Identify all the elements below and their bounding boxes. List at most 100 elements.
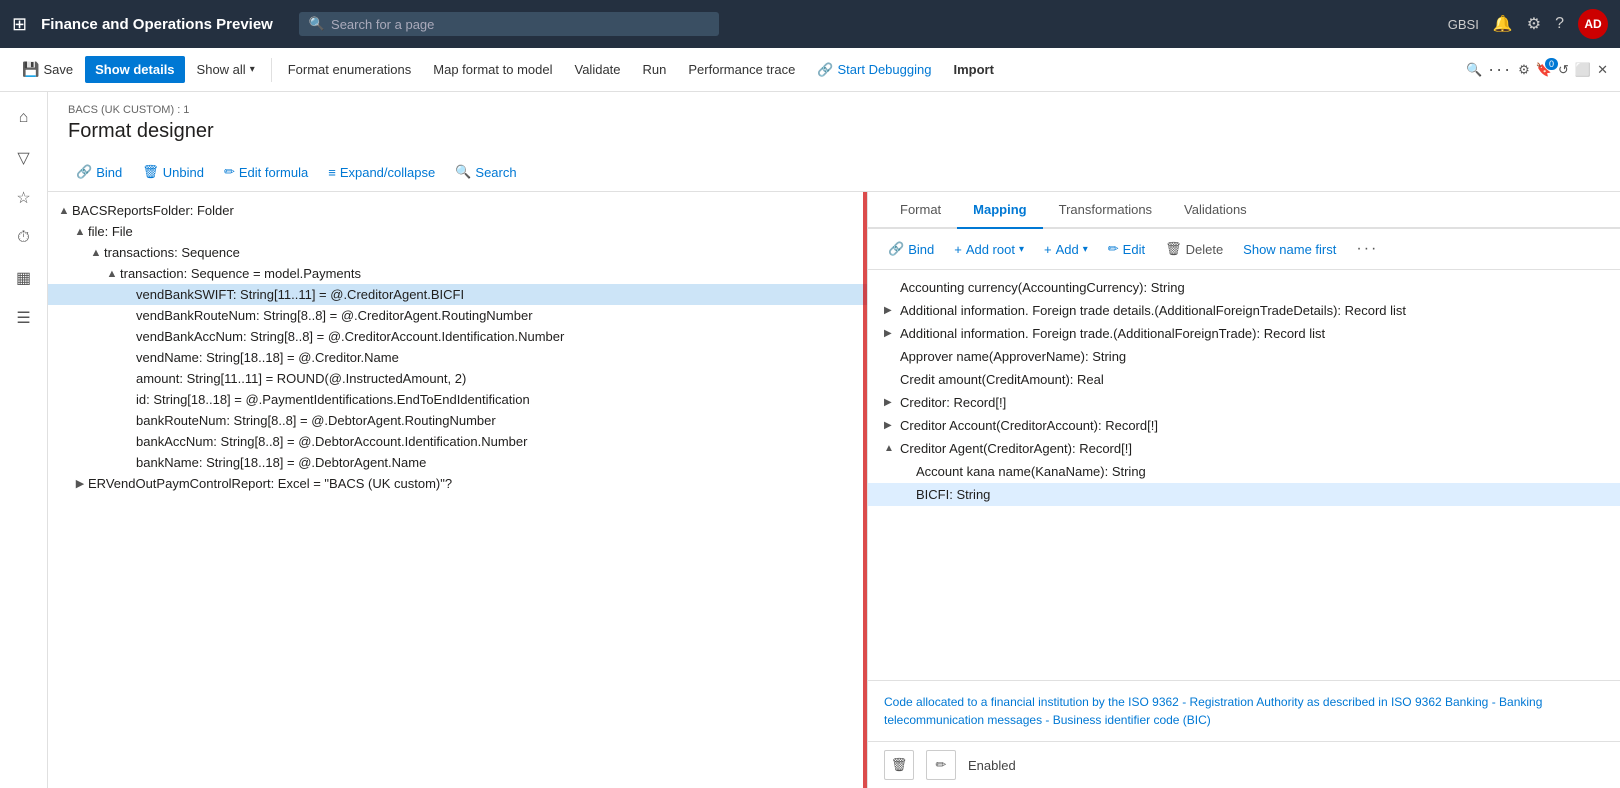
- toolbar-refresh-icon[interactable]: ↺: [1558, 62, 1569, 78]
- topbar-right: GBSI 🔔 ⚙ ? AD: [1448, 9, 1608, 39]
- model-arrow: ▶: [884, 328, 900, 339]
- tree-item[interactable]: id: String[18..18] = @.PaymentIdentifica…: [48, 389, 867, 410]
- tab-mapping[interactable]: Mapping: [957, 192, 1042, 229]
- region-label: GBSI: [1448, 17, 1479, 32]
- tree-container: ▲ BACSReportsFolder: Folder ▲ file: File…: [48, 192, 867, 502]
- map-format-to-model-button[interactable]: Map format to model: [423, 56, 562, 83]
- toolbar-settings-icon[interactable]: ⚙: [1518, 62, 1530, 78]
- model-arrow: [884, 374, 900, 385]
- edit-button[interactable]: ✏ Edit: [1100, 236, 1153, 262]
- bind-button[interactable]: 🔗 Bind: [68, 159, 130, 185]
- expand-collapse-button[interactable]: ≡ Expand/collapse: [320, 160, 443, 185]
- sidebar-list-icon[interactable]: ☰: [6, 300, 42, 336]
- edit-formula-button[interactable]: ✏ Edit formula: [216, 159, 316, 185]
- divider-handle[interactable]: [863, 192, 867, 788]
- sidebar-clock-icon[interactable]: ⏱: [6, 220, 42, 256]
- add-root-button[interactable]: + Add root ▾: [946, 237, 1032, 262]
- bind-icon: 🔗: [76, 164, 92, 180]
- model-item[interactable]: ▲ Creditor Agent(CreditorAgent): Record[…: [868, 437, 1620, 460]
- right-bind-button[interactable]: 🔗 Bind: [880, 236, 942, 262]
- tree-item[interactable]: vendBankAccNum: String[8..8] = @.Credito…: [48, 326, 867, 347]
- model-item[interactable]: ▶ Additional information. Foreign trade.…: [868, 322, 1620, 345]
- add-button[interactable]: + Add ▾: [1036, 237, 1096, 262]
- right-toolbar: 🔗 Bind + Add root ▾ + Add ▾ ✏: [868, 229, 1620, 270]
- delete-button[interactable]: 🗑 Delete: [1157, 236, 1231, 262]
- tree-item[interactable]: amount: String[11..11] = ROUND(@.Instruc…: [48, 368, 867, 389]
- toolbar-bookmark-icon[interactable]: 🔖 0: [1536, 62, 1552, 78]
- sidebar-filter-icon[interactable]: ▽: [6, 140, 42, 176]
- import-button[interactable]: Import: [943, 56, 1003, 83]
- run-button[interactable]: Run: [633, 56, 677, 83]
- description-area: Code allocated to a financial institutio…: [868, 680, 1620, 741]
- model-item[interactable]: ▶ Creditor Account(CreditorAccount): Rec…: [868, 414, 1620, 437]
- model-item[interactable]: ▶ Creditor: Record[!]: [868, 391, 1620, 414]
- tab-validations[interactable]: Validations: [1168, 192, 1263, 229]
- tree-item[interactable]: ▶ ERVendOutPaymControlReport: Excel = "B…: [48, 473, 867, 494]
- model-item[interactable]: Accounting currency(AccountingCurrency):…: [868, 276, 1620, 299]
- tree-arrow: ▲: [56, 205, 72, 217]
- model-item-selected[interactable]: BICFI: String: [868, 483, 1620, 506]
- tree-item[interactable]: bankRouteNum: String[8..8] = @.DebtorAge…: [48, 410, 867, 431]
- model-item[interactable]: Credit amount(CreditAmount): Real: [868, 368, 1620, 391]
- search-icon: 🔍: [455, 164, 471, 180]
- tree-item[interactable]: ▲ BACSReportsFolder: Folder: [48, 200, 867, 221]
- edit-formula-icon: ✏: [224, 164, 235, 180]
- tree-arrow: [120, 457, 136, 469]
- format-enumerations-button[interactable]: Format enumerations: [278, 56, 422, 83]
- split-pane: ▲ BACSReportsFolder: Folder ▲ file: File…: [48, 192, 1620, 788]
- tab-transformations[interactable]: Transformations: [1043, 192, 1168, 229]
- notifications-icon[interactable]: 🔔: [1493, 14, 1513, 34]
- tree-item[interactable]: ▲ transactions: Sequence: [48, 242, 867, 263]
- performance-trace-button[interactable]: Performance trace: [678, 56, 805, 83]
- show-details-button[interactable]: Show details: [85, 56, 184, 83]
- sidebar-table-icon[interactable]: ▦: [6, 260, 42, 296]
- toolbar-search-icon[interactable]: 🔍: [1466, 62, 1482, 78]
- validate-button[interactable]: Validate: [565, 56, 631, 83]
- sidebar-star-icon[interactable]: ☆: [6, 180, 42, 216]
- toolbar-expand-icon[interactable]: ⬜: [1575, 62, 1591, 78]
- show-all-button[interactable]: Show all ▾: [187, 56, 265, 83]
- model-arrow: ▶: [884, 397, 900, 408]
- unbind-button[interactable]: 🗑 Unbind: [134, 159, 212, 185]
- add-icon: +: [1044, 242, 1052, 257]
- model-item[interactable]: ▶ Additional information. Foreign trade …: [868, 299, 1620, 322]
- avatar[interactable]: AD: [1578, 9, 1608, 39]
- model-item[interactable]: Account kana name(KanaName): String: [868, 460, 1620, 483]
- tree-arrow: ▶: [72, 477, 88, 490]
- topbar: ⊞ Finance and Operations Preview 🔍 GBSI …: [0, 0, 1620, 48]
- grid-icon[interactable]: ⊞: [12, 14, 27, 35]
- add-dropdown-arrow: ▾: [1083, 244, 1088, 255]
- delete-status-button[interactable]: 🗑: [884, 750, 914, 780]
- save-icon: 💾: [22, 61, 39, 78]
- save-button[interactable]: 💾 Save: [12, 55, 83, 84]
- toolbar-close-icon[interactable]: ✕: [1597, 62, 1608, 78]
- tree-arrow: [120, 415, 136, 427]
- model-arrow: ▶: [884, 420, 900, 431]
- tree-item-selected[interactable]: vendBankSWIFT: String[11..11] = @.Credit…: [48, 284, 867, 305]
- tree-item[interactable]: vendName: String[18..18] = @.Creditor.Na…: [48, 347, 867, 368]
- model-arrow: [900, 466, 916, 477]
- right-more-button[interactable]: ···: [1348, 235, 1386, 263]
- unbind-icon: 🗑: [142, 164, 159, 180]
- tree-item[interactable]: vendBankRouteNum: String[8..8] = @.Credi…: [48, 305, 867, 326]
- sidebar-home-icon[interactable]: ⌂: [6, 100, 42, 136]
- model-item[interactable]: Approver name(ApproverName): String: [868, 345, 1620, 368]
- search-button[interactable]: 🔍 Search: [447, 159, 524, 185]
- start-debugging-button[interactable]: 🔗 Start Debugging: [807, 56, 941, 84]
- model-arrow: [900, 489, 916, 500]
- settings-icon[interactable]: ⚙: [1527, 14, 1541, 34]
- tree-item[interactable]: bankName: String[18..18] = @.DebtorAgent…: [48, 452, 867, 473]
- toolbar-more-icon[interactable]: ···: [1488, 59, 1512, 80]
- edit-status-button[interactable]: ✏: [926, 750, 956, 780]
- breadcrumb: BACS (UK CUSTOM) : 1: [68, 104, 1600, 116]
- show-name-first-button[interactable]: Show name first: [1235, 237, 1344, 262]
- tree-item[interactable]: ▲ file: File: [48, 221, 867, 242]
- global-search: 🔍: [299, 12, 719, 36]
- delete-icon: 🗑: [1165, 241, 1182, 257]
- tree-item[interactable]: bankAccNum: String[8..8] = @.DebtorAccou…: [48, 431, 867, 452]
- tree-item[interactable]: ▲ transaction: Sequence = model.Payments: [48, 263, 867, 284]
- search-input[interactable]: [331, 17, 709, 32]
- tab-format[interactable]: Format: [884, 192, 957, 229]
- help-icon[interactable]: ?: [1555, 15, 1564, 33]
- tree-arrow: [120, 373, 136, 385]
